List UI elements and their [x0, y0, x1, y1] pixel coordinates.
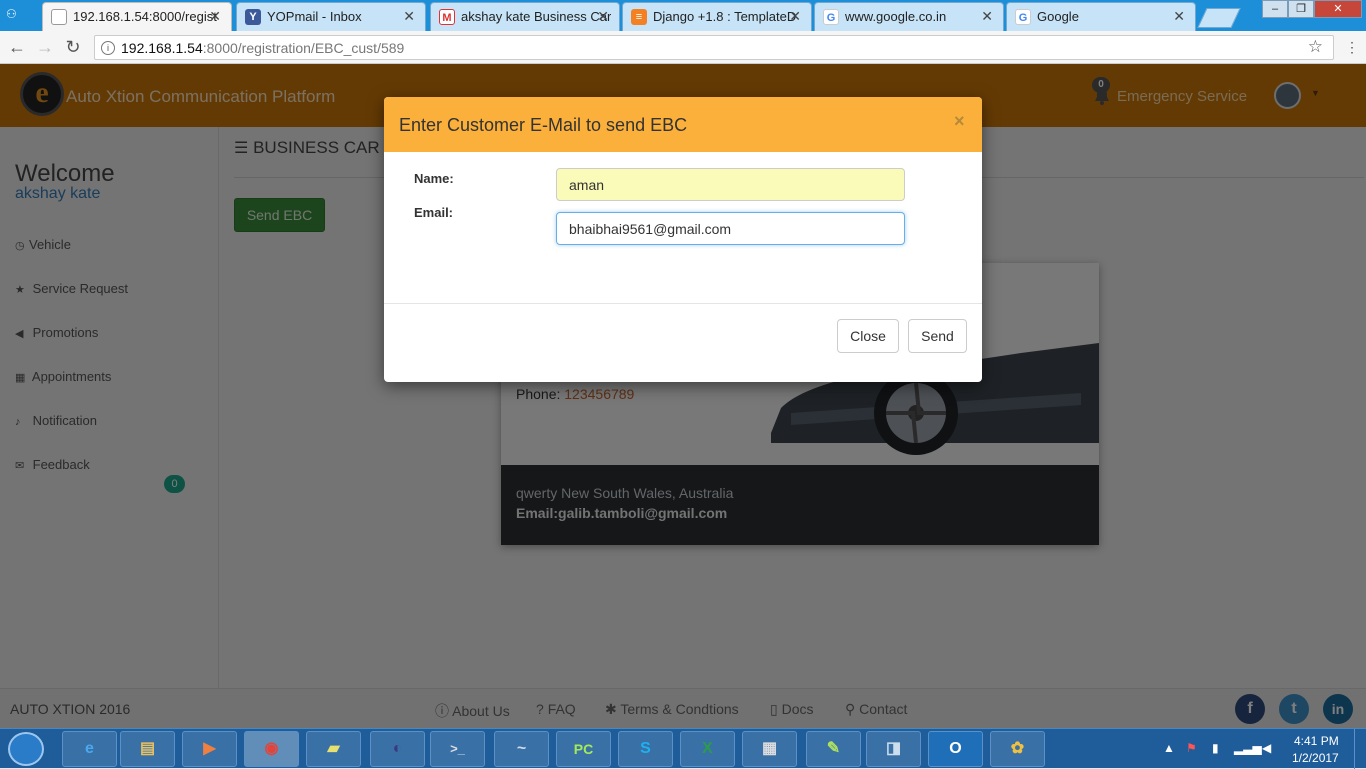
tab-title: www.google.co.in	[845, 9, 947, 24]
browser-toolbar: ← → ↻ i 192.168.1.54:8000/registration/E…	[0, 31, 1366, 64]
show-desktop-button[interactable]	[1354, 729, 1366, 769]
tab-google[interactable]: G Google ✕	[1006, 2, 1196, 31]
tab-title: Google	[1037, 9, 1079, 24]
google-icon: G	[823, 9, 839, 25]
volume-icon[interactable]: ◀	[1262, 741, 1271, 755]
address-bar[interactable]: i 192.168.1.54:8000/registration/EBC_cus…	[94, 35, 1334, 60]
chrome-menu-button[interactable]: ⋮	[1345, 39, 1359, 56]
taskbar-chrome-icon[interactable]: ◉	[244, 731, 299, 767]
maximize-button[interactable]: ❐	[1288, 0, 1314, 18]
close-window-button[interactable]: ✕	[1314, 0, 1362, 18]
taskbar-explorer-icon[interactable]: ▤	[120, 731, 175, 767]
tab-yopmail[interactable]: Y YOPmail - Inbox ✕	[236, 2, 426, 31]
tab-title: YOPmail - Inbox	[267, 9, 362, 24]
email-field[interactable]	[556, 212, 905, 245]
close-icon[interactable]: ✕	[789, 8, 801, 25]
taskbar-editor-icon[interactable]: ✎	[806, 731, 861, 767]
taskbar-pycharm-icon[interactable]: PC	[556, 731, 611, 767]
minimize-button[interactable]: –	[1262, 0, 1288, 18]
taskbar-sticky-notes-icon[interactable]: ▰	[306, 731, 361, 767]
reload-icon[interactable]: ↻	[62, 37, 84, 59]
url-text: 192.168.1.54:8000/registration/EBC_cust/…	[121, 40, 405, 56]
tab-gmail[interactable]: M akshay kate Business Car ✕	[430, 2, 620, 31]
tab-title: Django +1.8 : TemplateD	[653, 9, 797, 24]
google-icon: G	[1015, 9, 1031, 25]
new-tab-button[interactable]	[1197, 8, 1241, 28]
send-ebc-modal: Enter Customer E-Mail to send EBC × Name…	[384, 97, 982, 382]
bookmark-star-icon[interactable]: ☆	[1308, 37, 1323, 57]
gmail-icon: M	[439, 9, 455, 25]
yopmail-icon: Y	[245, 9, 261, 25]
windows-taskbar: e ▤ ▶ ◉ ▰ ◐ >_ ~ PC S X ▦ ✎ ◨ O ✿ ▲ ⚑ ▮ …	[0, 728, 1366, 769]
taskbar-notepad-icon[interactable]: ◨	[866, 731, 921, 767]
tab-django[interactable]: ≡ Django +1.8 : TemplateD ✕	[622, 2, 812, 31]
send-button[interactable]: Send	[908, 319, 967, 353]
action-center-icon[interactable]: ⚑	[1186, 741, 1197, 755]
forward-icon[interactable]: →	[34, 37, 56, 59]
show-hidden-icons-icon[interactable]: ▲	[1163, 741, 1175, 755]
taskbar-outlook-icon[interactable]: O	[928, 731, 983, 767]
tab-registration[interactable]: 192.168.1.54:8000/regist ✕	[42, 2, 232, 31]
network-signal-icon[interactable]: ▂▃▅	[1234, 741, 1262, 755]
modal-header: Enter Customer E-Mail to send EBC ×	[384, 97, 982, 152]
modal-divider	[384, 303, 982, 304]
close-icon[interactable]: ✕	[597, 8, 609, 25]
name-label: Name:	[414, 171, 454, 186]
back-icon[interactable]: ←	[6, 37, 28, 59]
stackoverflow-icon: ≡	[631, 9, 647, 25]
taskbar-paint-icon[interactable]: ✿	[990, 731, 1045, 767]
tab-title: 192.168.1.54:8000/regist	[73, 9, 217, 24]
clock-time[interactable]: 4:41 PM	[1294, 734, 1339, 748]
info-icon[interactable]: i	[101, 41, 115, 55]
taskbar-mysql-icon[interactable]: ~	[494, 731, 549, 767]
taskbar-media-icon[interactable]: ▶	[182, 731, 237, 767]
start-button[interactable]	[8, 732, 44, 766]
close-icon[interactable]: ✕	[1173, 8, 1185, 25]
page-icon	[51, 9, 67, 25]
browser-tab-strip: ⚇ 192.168.1.54:8000/regist ✕ Y YOPmail -…	[0, 0, 1366, 31]
chrome-menu-icon[interactable]: ⚇	[6, 7, 26, 23]
close-icon[interactable]: ×	[954, 111, 965, 132]
close-icon[interactable]: ✕	[209, 8, 221, 25]
taskbar-skype-icon[interactable]: S	[618, 731, 673, 767]
taskbar-eclipse-icon[interactable]: ◐	[370, 731, 425, 767]
close-icon[interactable]: ✕	[403, 8, 415, 25]
taskbar-excel-icon[interactable]: X	[680, 731, 735, 767]
tab-google-co-in[interactable]: G www.google.co.in ✕	[814, 2, 1004, 31]
name-field[interactable]	[556, 168, 905, 201]
close-icon[interactable]: ✕	[981, 8, 993, 25]
close-button[interactable]: Close	[837, 319, 899, 353]
taskbar-network-icon[interactable]: ▦	[742, 731, 797, 767]
modal-title: Enter Customer E-Mail to send EBC	[399, 115, 688, 135]
email-label: Email:	[414, 205, 454, 220]
taskbar-cmd-icon[interactable]: >_	[430, 731, 485, 767]
taskbar-ie-icon[interactable]: e	[62, 731, 117, 767]
tab-title: akshay kate Business Car	[461, 9, 611, 24]
battery-icon[interactable]: ▮	[1212, 741, 1219, 755]
clock-date[interactable]: 1/2/2017	[1292, 751, 1339, 765]
